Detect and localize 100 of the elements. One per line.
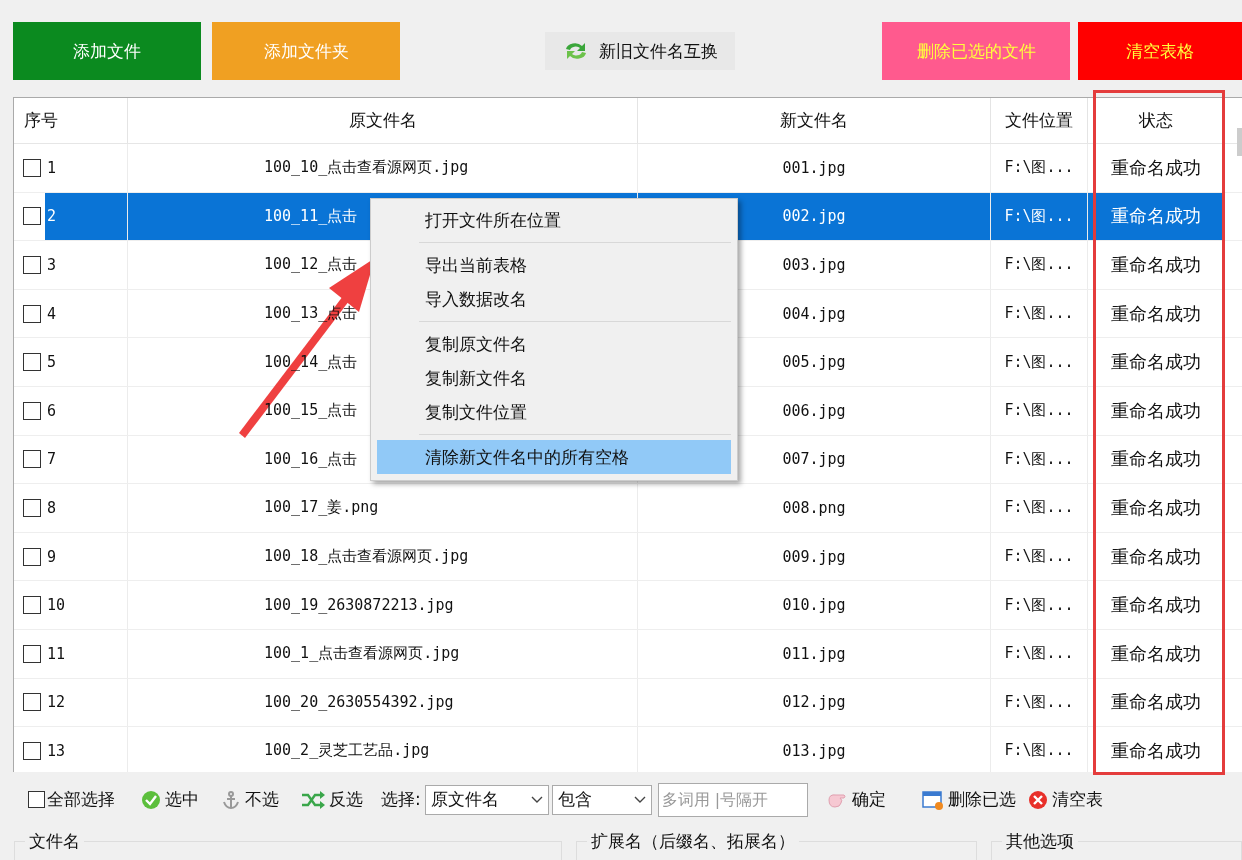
row-checkbox[interactable] xyxy=(23,547,41,566)
table-cell: 100_1_点击查看源网页.jpg xyxy=(264,644,460,664)
table-cell: 100_11_点击 xyxy=(264,206,358,226)
row-checkbox[interactable] xyxy=(23,401,41,420)
menu-item[interactable]: 复制原文件名 xyxy=(377,327,731,361)
menu-item[interactable]: 复制新文件名 xyxy=(377,361,731,395)
table-cell: 011.jpg xyxy=(782,644,846,663)
table-cell: 100_20_2630554392.jpg xyxy=(264,693,454,712)
row-checkbox[interactable] xyxy=(23,693,41,712)
table-cell: F:\图... xyxy=(1004,206,1074,226)
anchor-icon xyxy=(221,789,241,810)
column-header[interactable]: 序号 xyxy=(14,98,128,143)
group-title: 扩展名（后缀名、拓展名） xyxy=(587,829,800,853)
table-cell: 100_18_点击查看源网页.jpg xyxy=(264,547,469,567)
chevron-down-icon xyxy=(633,795,646,804)
row-checkbox[interactable] xyxy=(23,304,41,323)
group-title: 文件名 xyxy=(25,829,84,853)
table-cell-text: 12 xyxy=(46,692,67,714)
table-cell: 004.jpg xyxy=(782,304,846,323)
row-checkbox[interactable] xyxy=(23,207,41,226)
table-cell: 重命名成功 xyxy=(1111,301,1201,326)
row-checkbox[interactable] xyxy=(23,498,41,517)
select-all-checkbox[interactable]: 全部选择 xyxy=(28,788,115,811)
table-cell: 100_10_点击查看源网页.jpg xyxy=(264,158,469,178)
table-cell: 重命名成功 xyxy=(1111,350,1201,375)
menu-item[interactable]: 清除新文件名中的所有空格 xyxy=(377,440,731,474)
scrollbar[interactable] xyxy=(1237,128,1242,156)
table-cell: 012.jpg xyxy=(782,693,846,712)
row-checkbox[interactable] xyxy=(23,741,41,760)
table-cell: 重命名成功 xyxy=(1111,641,1201,666)
table-cell: 003.jpg xyxy=(782,256,846,274)
table-cell: 100_16_点击 xyxy=(264,449,358,469)
table-cell: 002.jpg xyxy=(782,207,846,226)
menu-item[interactable]: 打开文件所在位置 xyxy=(377,203,731,237)
table-cell: 重命名成功 xyxy=(1111,253,1201,277)
table-cell: F:\图... xyxy=(1004,255,1074,275)
table-cell-text: 5 xyxy=(46,352,58,374)
table-cell-text: 11 xyxy=(46,643,67,665)
table-cell-text: 13 xyxy=(46,740,67,762)
table-cell: 100_19_2630872213.jpg xyxy=(264,596,454,615)
table-cell: 2 xyxy=(45,192,127,241)
table-cell: 013.jpg xyxy=(782,741,846,760)
menu-item[interactable]: 导出当前表格 xyxy=(377,248,731,282)
table-cell: 009.jpg xyxy=(782,547,846,566)
table-cell: 010.jpg xyxy=(782,596,846,615)
toolbar-button[interactable]: 选中 xyxy=(141,788,199,811)
window-icon xyxy=(921,789,944,810)
table-cell: 重命名成功 xyxy=(1111,738,1201,763)
table-cell: 100_12_点击 xyxy=(264,255,358,275)
table-cell: 重命名成功 xyxy=(1111,398,1201,423)
toolbar-button[interactable]: 添加文件 xyxy=(13,22,201,80)
toolbar-button[interactable]: 新旧文件名互换 xyxy=(545,32,735,70)
menu-item[interactable]: 导入数据改名 xyxy=(377,282,731,316)
row-checkbox[interactable] xyxy=(23,596,41,615)
match-dropdown[interactable]: 包含 xyxy=(551,784,652,815)
toolbar-button[interactable]: 反选 xyxy=(301,788,363,811)
table-cell: F:\图... xyxy=(1004,158,1074,178)
row-checkbox[interactable] xyxy=(23,644,41,663)
table-cell: 重命名成功 xyxy=(1111,495,1201,520)
table-cell-text: 9 xyxy=(46,546,58,568)
table-cell: 006.jpg xyxy=(782,401,846,420)
row-checkbox[interactable] xyxy=(23,256,41,274)
field-dropdown[interactable]: 原文件名 xyxy=(424,784,549,815)
table-cell: F:\图... xyxy=(1004,304,1074,324)
table-cell: 重命名成功 xyxy=(1111,447,1201,472)
table-cell: F:\图... xyxy=(1004,498,1074,518)
table-cell: 重命名成功 xyxy=(1111,204,1201,229)
table-cell: 重命名成功 xyxy=(1111,155,1201,180)
column-header[interactable]: 新文件名 xyxy=(638,98,991,143)
row-checkbox[interactable] xyxy=(23,450,41,469)
table-cell: F:\图... xyxy=(1004,401,1074,421)
table-cell: F:\图... xyxy=(1004,644,1074,664)
keyword-field[interactable]: 多词用 |号隔开 xyxy=(657,782,808,817)
column-header[interactable]: 状态 xyxy=(1088,98,1225,143)
shuffle-icon xyxy=(301,790,325,809)
confirm-button[interactable]: 确定 xyxy=(825,788,886,811)
row-checkbox[interactable] xyxy=(23,158,41,177)
table-cell-text: 10 xyxy=(46,595,67,617)
column-header[interactable]: 文件位置 xyxy=(991,98,1088,143)
menu-item[interactable]: 复制文件位置 xyxy=(377,395,731,429)
table-cell: 100_2_灵芝工艺品.jpg xyxy=(264,741,430,761)
table-cell: 008.png xyxy=(782,498,846,517)
table-cell: 100_17_姜.png xyxy=(264,498,379,518)
clear-button[interactable]: 清空表 xyxy=(1027,788,1103,811)
toolbar-button[interactable]: 清空表格 xyxy=(1078,22,1242,80)
delete-selected-button[interactable]: 删除已选 xyxy=(921,788,1016,811)
table-cell: 重命名成功 xyxy=(1111,544,1201,569)
table-cell: F:\图... xyxy=(1004,547,1074,567)
table-cell-text: 6 xyxy=(46,400,58,422)
column-header[interactable]: 原文件名 xyxy=(128,98,638,143)
table-cell: F:\图... xyxy=(1004,352,1074,372)
table-cell: 100_15_点击 xyxy=(264,401,358,421)
check-icon xyxy=(141,789,161,810)
toolbar-button[interactable]: 不选 xyxy=(221,788,279,811)
table-cell-text: 4 xyxy=(46,303,58,325)
table-cell: F:\图... xyxy=(1004,741,1074,761)
table-cell: 007.jpg xyxy=(782,450,846,469)
row-checkbox[interactable] xyxy=(23,353,41,372)
table-cell: F:\图... xyxy=(1004,449,1074,469)
table-cell: F:\图... xyxy=(1004,692,1074,712)
